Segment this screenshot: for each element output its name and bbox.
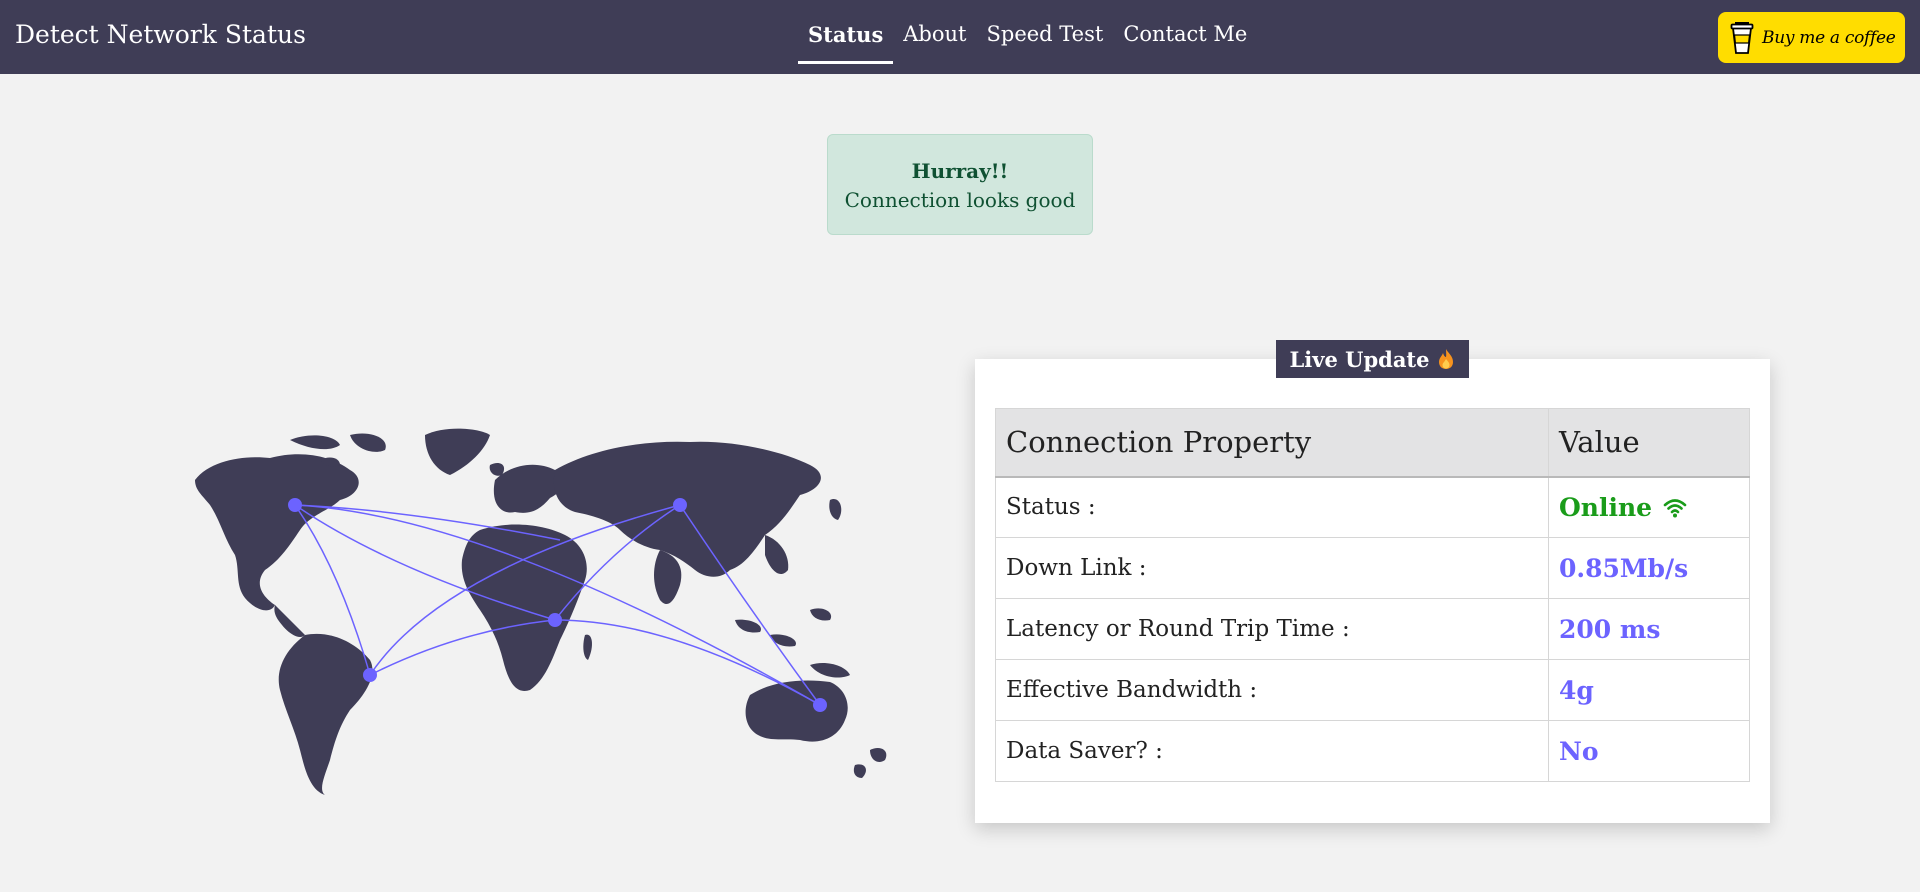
value-cell: No xyxy=(1548,720,1750,782)
wifi-icon xyxy=(1664,498,1687,518)
nav-link-contact-me[interactable]: Contact Me xyxy=(1113,0,1257,64)
property-label: Latency or Round Trip Time : xyxy=(995,598,1549,660)
value-cell: 0.85Mb/s xyxy=(1548,537,1750,599)
property-label: Data Saver? : xyxy=(995,720,1549,782)
status-alert: Hurray!! Connection looks good xyxy=(827,134,1093,235)
header-connection-property: Connection Property xyxy=(995,408,1549,478)
status-value: Online xyxy=(1559,492,1653,522)
navbar: Detect Network Status Status About Speed… xyxy=(0,0,1920,74)
coffee-cup-icon xyxy=(1730,21,1754,54)
nav-links: Status About Speed Test Contact Me xyxy=(798,0,1257,74)
brand-link[interactable]: Detect Network Status xyxy=(15,20,306,49)
connection-properties-table: Connection Property Value Status : Onlin… xyxy=(995,408,1750,782)
property-label: Down Link : xyxy=(995,537,1549,599)
property-label: Status : xyxy=(995,476,1549,538)
table-row: Effective Bandwidth : 4g xyxy=(995,659,1750,721)
table-header-row: Connection Property Value xyxy=(995,408,1750,478)
effective-bandwidth-value: 4g xyxy=(1559,675,1594,705)
nav-link-speed-test[interactable]: Speed Test xyxy=(976,0,1113,64)
table-row: Down Link : 0.85Mb/s xyxy=(995,537,1750,599)
value-cell: 200 ms xyxy=(1548,598,1750,660)
buy-me-a-coffee-button[interactable]: Buy me a coffee xyxy=(1718,12,1905,63)
table-row: Data Saver? : No xyxy=(995,720,1750,782)
latency-value: 200 ms xyxy=(1559,614,1661,644)
alert-text: Connection looks good xyxy=(844,188,1076,212)
table-row: Latency or Round Trip Time : 200 ms xyxy=(995,598,1750,660)
live-update-card: Connection Property Value Status : Onlin… xyxy=(975,359,1770,823)
nav-link-status[interactable]: Status xyxy=(798,0,894,64)
table-row: Status : Online xyxy=(995,476,1750,538)
alert-title: Hurray!! xyxy=(911,159,1009,183)
live-update-badge: Live Update xyxy=(1276,340,1469,378)
value-cell: 4g xyxy=(1548,659,1750,721)
fire-icon xyxy=(1439,349,1454,369)
status-value-cell: Online xyxy=(1548,476,1750,538)
down-link-value: 0.85Mb/s xyxy=(1559,553,1689,583)
property-label: Effective Bandwidth : xyxy=(995,659,1549,721)
live-update-label: Live Update xyxy=(1289,346,1430,372)
world-map-illustration xyxy=(195,428,887,795)
nav-link-about[interactable]: About xyxy=(893,0,976,64)
header-value: Value xyxy=(1548,408,1750,478)
data-saver-value: No xyxy=(1559,736,1599,766)
coffee-button-label: Buy me a coffee xyxy=(1762,27,1896,48)
